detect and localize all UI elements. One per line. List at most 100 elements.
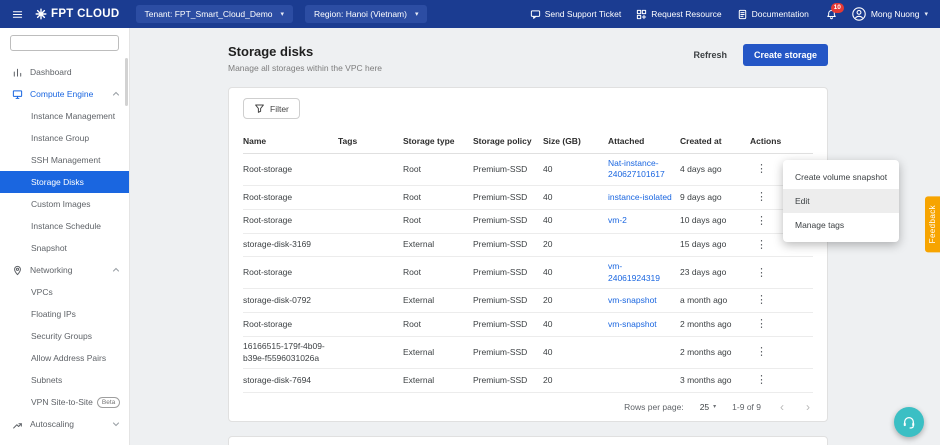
sidebar-item-vpn-site-to-site[interactable]: VPN Site-to-SiteBeta xyxy=(0,391,129,413)
sidebar-item-compute-engine[interactable]: Compute Engine xyxy=(0,83,129,105)
cell-storage-policy: Premium-SSD xyxy=(473,188,543,207)
cell-attached: vm-snapshot xyxy=(608,291,680,310)
row-actions-button[interactable]: ⋮ xyxy=(750,215,773,227)
topbar-link-request-resource[interactable]: Request Resource xyxy=(636,9,721,20)
table-pagination: Rows per page: 25 ▾ 1-9 of 9 ‹ › xyxy=(243,393,813,421)
topbar-link-label: Request Resource xyxy=(651,9,721,19)
cell-attached: vm-snapshot xyxy=(608,315,680,334)
create-storage-button[interactable]: Create storage xyxy=(743,44,828,66)
cell-storage-type: Root xyxy=(403,211,473,230)
topbar-link-send-support-ticket[interactable]: Send Support Ticket xyxy=(530,9,622,20)
feedback-tab[interactable]: Feedback xyxy=(925,196,940,252)
topbar-link-documentation[interactable]: Documentation xyxy=(737,9,809,20)
sidebar-item-custom-images[interactable]: Custom Images xyxy=(0,193,129,215)
refresh-button[interactable]: Refresh xyxy=(687,45,733,65)
row-actions-button[interactable]: ⋮ xyxy=(750,191,773,203)
cell-tags xyxy=(338,297,403,305)
cell-name: Root-storage xyxy=(243,315,338,334)
cell-name: 16166515-179f-4b09-b39e-f5596031026a xyxy=(243,337,338,368)
notifications-button[interactable]: 10 xyxy=(826,9,837,20)
tenant-selector[interactable]: Tenant: FPT_Smart_Cloud_Demo ▾ xyxy=(136,5,294,23)
sidebar-item-security-groups[interactable]: Security Groups xyxy=(0,325,129,347)
sidebar-item-subnets[interactable]: Subnets xyxy=(0,369,129,391)
cell-storage-policy: Premium-SSD xyxy=(473,343,543,362)
cell-created-at: 3 months ago xyxy=(680,371,750,390)
sidebar-item-label: Storage Disks xyxy=(31,177,84,187)
storage-disks-table-card: Filter NameTagsStorage typeStorage polic… xyxy=(228,87,828,422)
sidebar-item-label: Networking xyxy=(30,265,105,275)
region-selector[interactable]: Region: Hanoi (Vietnam) ▾ xyxy=(305,5,427,23)
sidebar-item-label: VPN Site-to-Site xyxy=(31,397,93,407)
sidebar-item-label: Compute Engine xyxy=(30,89,105,99)
row-actions-button[interactable]: ⋮ xyxy=(750,318,773,330)
compute-engine-icon xyxy=(12,89,23,100)
sidebar-item-dashboard[interactable]: Dashboard xyxy=(0,61,129,83)
row-actions-button[interactable]: ⋮ xyxy=(750,374,773,386)
sidebar-item-label: Instance Schedule xyxy=(31,221,101,231)
sidebar-item-storage-disks[interactable]: Storage Disks xyxy=(0,171,129,193)
attached-instance-link[interactable]: vm-24061924319 xyxy=(608,261,660,282)
cell-name: storage-disk-7694 xyxy=(243,371,338,390)
tenant-label: Tenant: FPT_Smart_Cloud_Demo xyxy=(145,9,273,19)
sidebar-item-label: Instance Management xyxy=(31,111,115,121)
sidebar-item-vpcs[interactable]: VPCs xyxy=(0,281,129,303)
menu-item-create-volume-snapshot[interactable]: Create volume snapshot xyxy=(783,165,899,189)
chevron-down-icon: ▾ xyxy=(281,10,285,18)
rows-per-page-value: 25 xyxy=(700,402,709,412)
pagination-range: 1-9 of 9 xyxy=(732,402,761,412)
sidebar-item-snapshot[interactable]: Snapshot xyxy=(0,237,129,259)
page-subtitle: Manage all storages within the VPC here xyxy=(228,63,382,73)
sidebar-item-autoscaling[interactable]: Autoscaling xyxy=(0,413,129,435)
cell-created-at: 10 days ago xyxy=(680,211,750,230)
cell-storage-type: External xyxy=(403,291,473,310)
attached-instance-link[interactable]: instance-isolated xyxy=(608,192,672,202)
table-row: Root-storageRootPremium-SSD40instance-is… xyxy=(243,186,813,210)
row-actions-button[interactable]: ⋮ xyxy=(750,267,773,279)
rows-per-page-select[interactable]: 25 ▾ xyxy=(700,402,716,412)
attached-instance-link[interactable]: Nat-instance-240627101617 xyxy=(608,158,665,179)
sidebar-item-networking[interactable]: Networking xyxy=(0,259,129,281)
row-actions-button[interactable]: ⋮ xyxy=(750,294,773,306)
sidebar-item-instance-group[interactable]: Instance Group xyxy=(0,127,129,149)
attached-instance-link[interactable]: vm-2 xyxy=(608,215,627,225)
table-row: storage-disk-0792ExternalPremium-SSD20vm… xyxy=(243,289,813,313)
project-selector[interactable] xyxy=(10,35,119,51)
previous-page-button[interactable]: ‹ xyxy=(777,401,787,413)
sidebar-item-label: Autoscaling xyxy=(30,419,105,429)
cell-name: storage-disk-0792 xyxy=(243,291,338,310)
support-ticket-icon xyxy=(530,9,541,20)
attached-instance-link[interactable]: vm-snapshot xyxy=(608,319,657,329)
sidebar-item-label: Instance Group xyxy=(31,133,89,143)
cell-storage-policy: Premium-SSD xyxy=(473,160,543,179)
cell-size: 40 xyxy=(543,211,608,230)
topbar-link-label: Send Support Ticket xyxy=(545,9,622,19)
sidebar-item-instance-schedule[interactable]: Instance Schedule xyxy=(0,215,129,237)
cell-attached: vm-2 xyxy=(608,211,680,230)
next-page-button[interactable]: › xyxy=(803,401,813,413)
sidebar: Dashboard Compute Engine Instance Manageme… xyxy=(0,28,130,445)
topbar: FPT CLOUD Tenant: FPT_Smart_Cloud_Demo ▾… xyxy=(0,0,940,28)
row-actions-button[interactable]: ⋮ xyxy=(750,239,773,251)
sidebar-item-floating-ips[interactable]: Floating IPs xyxy=(0,303,129,325)
sidebar-item-allow-address-pairs[interactable]: Allow Address Pairs xyxy=(0,347,129,369)
row-actions-button[interactable]: ⋮ xyxy=(750,163,773,175)
menu-item-manage-tags[interactable]: Manage tags xyxy=(783,213,899,237)
sidebar-item-label: Subnets xyxy=(31,375,62,385)
column-header-name: Name xyxy=(243,131,338,153)
support-fab[interactable] xyxy=(894,407,924,437)
cell-size: 20 xyxy=(543,371,608,390)
user-name: Mong Nuong xyxy=(871,9,920,19)
filter-button[interactable]: Filter xyxy=(243,98,300,119)
page-root: FPT CLOUD Tenant: FPT_Smart_Cloud_Demo ▾… xyxy=(0,0,940,445)
networking-icon xyxy=(12,265,23,276)
sidebar-scrollbar[interactable] xyxy=(125,58,128,106)
attached-instance-link[interactable]: vm-snapshot xyxy=(608,295,657,305)
sidebar-item-instance-management[interactable]: Instance Management xyxy=(0,105,129,127)
cell-actions: ⋮ xyxy=(750,262,815,285)
menu-item-edit[interactable]: Edit xyxy=(783,189,899,213)
cell-name: Root-storage xyxy=(243,188,338,207)
sidebar-item-ssh-management[interactable]: SSH Management xyxy=(0,149,129,171)
user-menu[interactable]: Mong Nuong ▾ xyxy=(852,7,928,21)
menu-toggle-icon[interactable] xyxy=(12,9,23,20)
row-actions-button[interactable]: ⋮ xyxy=(750,346,773,358)
